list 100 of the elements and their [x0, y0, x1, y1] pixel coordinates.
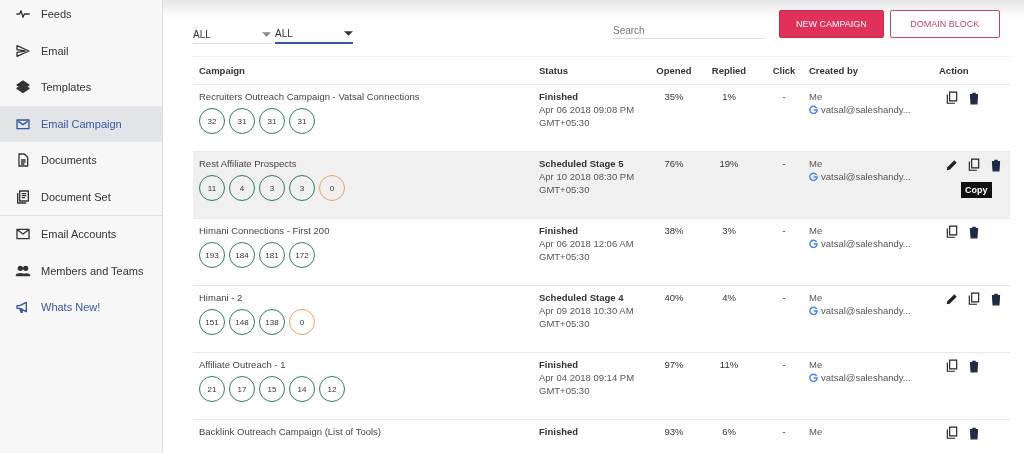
edit-icon[interactable]	[945, 292, 959, 306]
campaign-name[interactable]: Affiliate Outreach - 1	[199, 359, 539, 370]
replied-rate: 3%	[722, 225, 736, 236]
opened-rate: 76%	[664, 158, 684, 169]
date-text: Apr 10 2018 08:30 PM	[539, 171, 636, 182]
date-text: Apr 06 2018 12:06 AM	[539, 238, 635, 249]
column-header: Campaign	[199, 65, 246, 76]
creator-name: Me	[809, 292, 824, 303]
delete-icon[interactable]	[989, 158, 1003, 172]
sidebar-item[interactable]: Email Campaign	[0, 105, 162, 142]
creator-email: vatsal@saleshandy...	[821, 305, 911, 316]
opened-rate: 93%	[664, 426, 684, 437]
column-header: Click	[771, 65, 797, 76]
table-row[interactable]: Himani - 2 151 148 138 0 Scheduled Stage 4 Apr 09 2018 10:30 AM GMT+05:30 40% 4% - Me vatsal@saleshandy...	[193, 286, 1010, 353]
sidebar-item[interactable]: Email Accounts	[0, 216, 162, 253]
sidebar-item[interactable]: Document Set	[0, 178, 162, 215]
doc-icon	[15, 152, 31, 169]
table-row[interactable]: Backlink Outreach Campaign (List of Tools) Finished 93% 6% - Me	[193, 420, 1010, 453]
delete-icon[interactable]	[967, 359, 981, 373]
date-text: Apr 06 2018 09:08 PM	[539, 104, 636, 115]
click-value: -	[782, 158, 786, 169]
caret-icon	[262, 31, 271, 37]
status-text: Finished	[539, 225, 580, 236]
sidebar-item[interactable]: Email	[0, 32, 162, 69]
copy-icon[interactable]	[945, 91, 959, 105]
date-text: Apr 09 2018 10:30 AM	[539, 305, 635, 316]
campaign-name[interactable]: Backlink Outreach Campaign (List of Tools)	[199, 426, 539, 437]
column-header: Status	[539, 65, 570, 76]
click-value: -	[782, 426, 786, 437]
creator-email: vatsal@saleshandy...	[821, 372, 911, 383]
creator-name: Me	[809, 225, 824, 236]
column-header: Replied	[710, 65, 748, 76]
status-text: Finished	[539, 359, 580, 370]
table-row[interactable]: Rest Affiliate Prospects 11 4 3 3 0 Scheduled Stage 5 Apr 10 2018 08:30 PM GMT+05:30 76% 19% - Me vatsal@saleshandy... Copy	[193, 152, 1010, 219]
layers-icon	[15, 79, 31, 96]
action-button[interactable]: DOMAIN BLOCK	[889, 10, 1000, 38]
edit-icon[interactable]	[945, 158, 959, 172]
creator-email: vatsal@saleshandy...	[821, 238, 911, 249]
sidebar-item[interactable]: Whats New!	[0, 289, 162, 326]
sidebar-item[interactable]: Members and Teams	[0, 252, 162, 289]
copy-icon[interactable]	[945, 225, 959, 239]
click-value: -	[782, 292, 786, 303]
opened-rate: 35%	[664, 91, 684, 102]
google-g-icon	[809, 373, 818, 382]
campaign-name[interactable]: Rest Affiliate Prospects	[199, 158, 539, 169]
replied-rate: 4%	[722, 292, 736, 303]
status-text: Scheduled Stage 4	[539, 292, 625, 303]
filter-dropdown[interactable]: ALL	[275, 26, 353, 44]
google-g-icon	[809, 306, 818, 315]
timezone-text: GMT+05:30	[539, 385, 591, 396]
column-header: Action	[939, 65, 970, 76]
creator-email: vatsal@saleshandy...	[821, 171, 911, 182]
copy-icon[interactable]	[945, 359, 959, 373]
creator-name: Me	[809, 359, 824, 370]
replied-rate: 1%	[722, 91, 736, 102]
creator-email: vatsal@saleshandy...	[821, 104, 911, 115]
date-text: Apr 04 2018 09:14 PM	[539, 372, 636, 383]
status-text: Finished	[539, 91, 580, 102]
google-g-icon	[809, 105, 818, 114]
column-header: Opened	[655, 65, 693, 76]
copy-icon[interactable]	[967, 292, 981, 306]
replied-rate: 19%	[719, 158, 739, 169]
creator-name: Me	[809, 426, 824, 437]
campaign-name[interactable]: Himani Connections - First 200	[199, 225, 539, 236]
creator-name: Me	[809, 158, 824, 169]
sidebar-item[interactable]: Templates	[0, 69, 162, 106]
replied-rate: 11%	[719, 359, 739, 370]
delete-icon[interactable]	[967, 225, 981, 239]
click-value: -	[782, 359, 786, 370]
caret-icon	[344, 31, 353, 36]
search-field[interactable]: Search	[613, 23, 765, 39]
action-button[interactable]: NEW CAMPAIGN	[779, 10, 884, 38]
timezone-text: GMT+05:30	[539, 251, 591, 262]
sidebar-item[interactable]: Feeds	[0, 0, 162, 33]
table-row[interactable]: Himani Connections - First 200 193 184 181 172 Finished Apr 06 2018 12:06 AM GMT+05:30 38% 3% - Me vatsal@saleshandy...	[193, 219, 1010, 286]
opened-rate: 97%	[664, 359, 684, 370]
click-value: -	[782, 225, 786, 236]
status-text: Scheduled Stage 5	[539, 158, 625, 169]
table-row[interactable]: Affiliate Outreach - 1 21 17 15 14 12 Finished Apr 04 2018 09:14 PM GMT+05:30 97% 11% - Me vatsal@saleshandy...	[193, 353, 1010, 420]
filter-dropdown[interactable]: ALL	[193, 26, 271, 44]
delete-icon[interactable]	[967, 91, 981, 105]
click-value: -	[782, 91, 786, 102]
campaign-name[interactable]: Himani - 2	[199, 292, 539, 303]
google-g-icon	[809, 239, 818, 248]
campaign-name[interactable]: Recruiters Outreach Campaign - Vatsal Connections	[199, 91, 539, 102]
timezone-text: GMT+05:30	[539, 117, 591, 128]
sidebar-item[interactable]: Documents	[0, 142, 162, 179]
delete-icon[interactable]	[989, 292, 1003, 306]
delete-icon[interactable]	[967, 426, 981, 440]
tooltip: Copy	[961, 182, 992, 198]
replied-rate: 6%	[722, 426, 736, 437]
opened-rate: 40%	[664, 292, 684, 303]
opened-rate: 38%	[664, 225, 684, 236]
creator-name: Me	[809, 91, 824, 102]
copy-icon[interactable]	[967, 158, 981, 172]
docs-icon	[15, 188, 31, 205]
status-text: Finished	[539, 426, 580, 437]
column-header: Created by	[809, 65, 860, 76]
copy-icon[interactable]	[945, 426, 959, 440]
google-g-icon	[809, 172, 818, 181]
